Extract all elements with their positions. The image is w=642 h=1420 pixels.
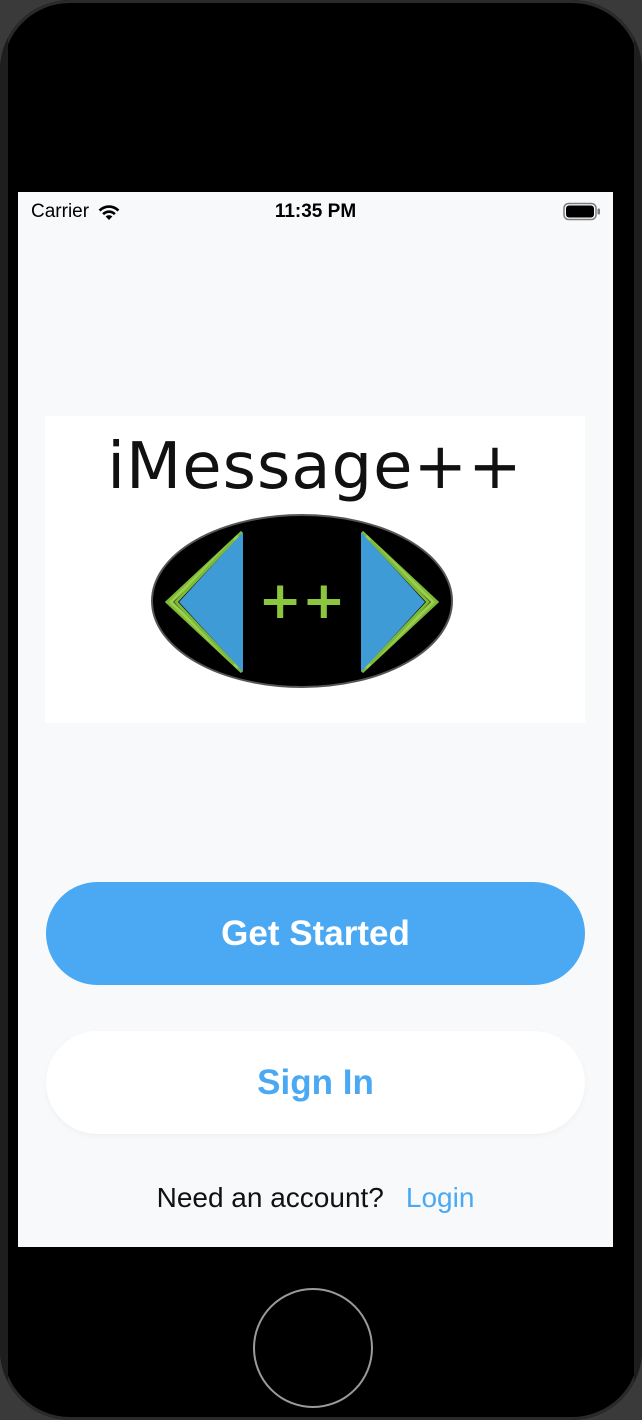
app-screen: Carrier 11:35 PM iMessage++ ++ Get Start…	[18, 192, 613, 1247]
get-started-button[interactable]: Get Started	[46, 882, 585, 985]
logo-wordmark: iMessage++	[107, 430, 523, 504]
app-logo: iMessage++ ++	[45, 416, 585, 723]
device-left-edge	[0, 0, 8, 1420]
sign-in-button[interactable]: Sign In	[46, 1031, 585, 1134]
status-bar: Carrier 11:35 PM	[18, 192, 613, 232]
device-right-edge	[634, 0, 642, 1420]
home-button[interactable]	[253, 1288, 373, 1408]
login-link[interactable]: Login	[406, 1182, 475, 1213]
logo-emblem-icon: ++	[151, 514, 453, 688]
logo-emblem-text: ++	[258, 571, 345, 631]
account-prompt-row: Need an account? Login	[18, 1182, 613, 1214]
status-time: 11:35 PM	[274, 201, 357, 222]
battery-full-icon	[563, 202, 600, 221]
account-prompt-text: Need an account?	[156, 1182, 384, 1213]
device-frame: Carrier 11:35 PM iMessage++ ++ Get Start…	[0, 0, 642, 1420]
